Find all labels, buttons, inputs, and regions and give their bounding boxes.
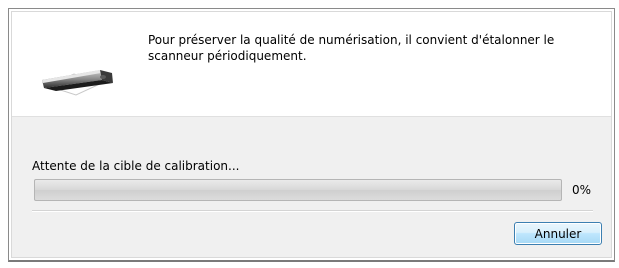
status-label: Attente de la cible de calibration... xyxy=(32,159,240,173)
calibration-message: Pour préserver la qualité de numérisatio… xyxy=(148,33,555,63)
progress-percent: 0% xyxy=(572,183,592,197)
calibration-dialog: Pour préserver la qualité de numérisatio… xyxy=(8,8,615,262)
scanner-icon xyxy=(42,70,113,96)
divider xyxy=(32,210,593,212)
progress-panel: Attente de la cible de calibration... 0%… xyxy=(12,116,611,257)
info-panel: Pour préserver la qualité de numérisatio… xyxy=(12,12,611,116)
cancel-button[interactable]: Annuler xyxy=(514,222,602,245)
calibration-progress-bar xyxy=(34,179,562,201)
dialog-body: Pour préserver la qualité de numérisatio… xyxy=(11,11,612,258)
